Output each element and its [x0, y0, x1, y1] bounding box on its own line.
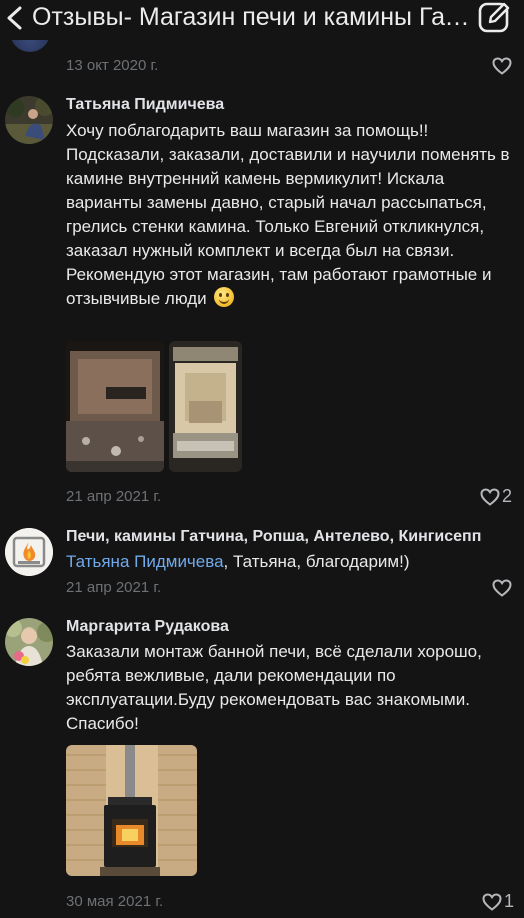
comment-date: 21 апр 2021 г. [66, 488, 162, 505]
comment-author[interactable]: Татьяна Пидмичева [66, 96, 516, 114]
comment-date: 13 окт 2020 г. [66, 57, 159, 74]
heart-icon[interactable] [482, 893, 502, 911]
comment-author[interactable]: Печи, камины Гатчина, Ропша, Антелево, К… [66, 528, 516, 546]
like-count: 2 [502, 486, 513, 506]
heart-icon[interactable] [492, 57, 512, 75]
comment-photo[interactable] [169, 341, 242, 472]
avatar[interactable] [10, 40, 50, 52]
compose-icon[interactable] [476, 0, 512, 34]
comment-date: 30 мая 2021 г. [66, 893, 164, 910]
comment-text: Татьяна Пидмичева, Татьяна, благодарим!) [66, 550, 516, 574]
comment-author[interactable]: Маргарита Рудакова [66, 618, 516, 636]
comment-text: Заказали монтаж банной печи, всё сделали… [66, 642, 482, 733]
avatar[interactable] [5, 528, 53, 576]
chevron-left-icon[interactable] [5, 6, 25, 30]
like-count: 1 [504, 891, 515, 911]
avatar[interactable] [5, 618, 53, 666]
comment-text: Хочу поблагодарить ваш магазин за помощь… [66, 119, 516, 311]
comment-date: 21 апр 2021 г. [66, 579, 162, 596]
heart-icon[interactable] [492, 579, 512, 597]
mention-link[interactable]: Татьяна Пидмичева [66, 552, 224, 571]
comment-text-body: Хочу поблагодарить ваш магазин за помощь… [66, 121, 510, 308]
avatar[interactable] [5, 96, 53, 144]
comment-photo[interactable] [66, 745, 197, 876]
page-title: Отзывы- Магазин печи и камины Гатчина [32, 3, 472, 31]
heart-icon[interactable] [480, 488, 500, 506]
smile-emoji-icon [214, 287, 235, 307]
comment-photo[interactable] [66, 341, 164, 472]
top-bar: Отзывы- Магазин печи и камины Гатчина [0, 0, 524, 40]
comment-text-body: , Татьяна, благодарим!) [223, 552, 410, 571]
